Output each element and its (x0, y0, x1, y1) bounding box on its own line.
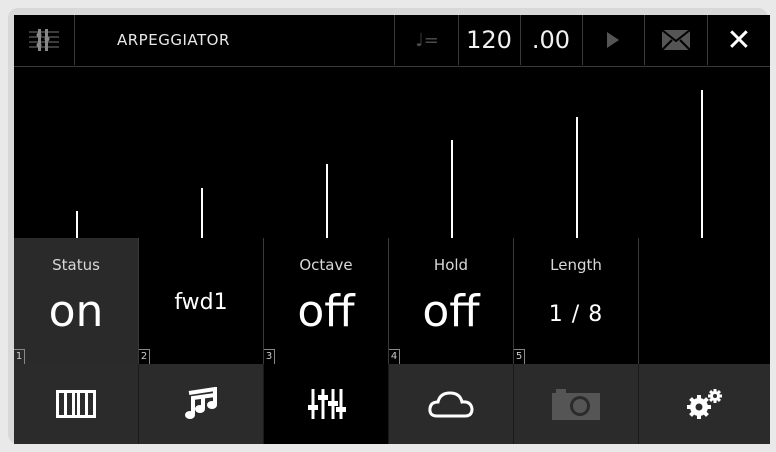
nav-mixer[interactable] (264, 364, 389, 444)
param-mode[interactable]: fwd1 2 (139, 238, 264, 364)
param-label: Octave (299, 256, 353, 274)
param-value: off (297, 286, 355, 337)
page-title: ARPEGGIATOR (75, 15, 395, 65)
tempo-note-icon: ♩= (396, 15, 459, 65)
piano-icon (56, 390, 96, 418)
app-screen: ARPEGGIATOR ♩= 120 .00 ✕ Status on 1 fwd… (14, 15, 770, 444)
param-value: on (48, 286, 104, 337)
music-note-icon (185, 387, 217, 419)
cloud-icon (428, 391, 474, 418)
arp-step-line (326, 164, 328, 238)
param-status[interactable]: Status on 1 (14, 238, 139, 364)
nav-music[interactable] (139, 364, 264, 444)
top-subline (14, 66, 770, 82)
arp-step-line (701, 90, 703, 238)
mail-button[interactable] (645, 15, 708, 65)
nav-keyboard[interactable] (14, 364, 139, 444)
settings-gears-icon (686, 389, 722, 419)
param-value: off (422, 286, 480, 337)
param-index: 1 (14, 349, 25, 364)
play-button[interactable] (582, 15, 645, 65)
param-index: 3 (264, 349, 275, 364)
nav-cloud[interactable] (389, 364, 514, 444)
nav-camera[interactable] (514, 364, 639, 444)
param-value: fwd1 (174, 290, 228, 315)
param-value: 1 / 8 (548, 302, 604, 327)
top-bar: ARPEGGIATOR ♩= 120 .00 ✕ (14, 15, 770, 65)
param-index: 5 (514, 349, 525, 364)
step-graph[interactable] (14, 81, 770, 238)
arp-step-line (201, 188, 203, 238)
arp-step-line (451, 140, 453, 238)
nav-settings[interactable] (639, 364, 770, 444)
close-button[interactable]: ✕ (708, 15, 770, 65)
param-octave[interactable]: Octave off 3 (264, 238, 389, 364)
arp-step-line (76, 211, 78, 238)
camera-icon (552, 389, 600, 420)
close-icon: ✕ (726, 22, 752, 58)
param-empty (639, 238, 770, 364)
mail-icon (661, 29, 691, 51)
tempo-bpm-fraction[interactable]: .00 (520, 15, 583, 65)
bottom-nav (14, 364, 770, 444)
arp-step-line (576, 117, 578, 238)
param-index: 4 (389, 349, 400, 364)
play-icon (607, 32, 619, 48)
staff-menu-icon[interactable] (14, 15, 75, 65)
param-index: 2 (139, 349, 150, 364)
param-hold[interactable]: Hold off 4 (389, 238, 514, 364)
tempo-bpm-value[interactable]: 120 (458, 15, 521, 65)
mixer-sliders-icon (308, 389, 346, 419)
param-label: Status (52, 256, 100, 274)
param-label: Length (550, 256, 602, 274)
param-length[interactable]: Length 1 / 8 5 (514, 238, 639, 364)
param-label: Hold (433, 256, 469, 274)
parameter-row: Status on 1 fwd1 2 Octave off 3 Hold off… (14, 238, 770, 364)
